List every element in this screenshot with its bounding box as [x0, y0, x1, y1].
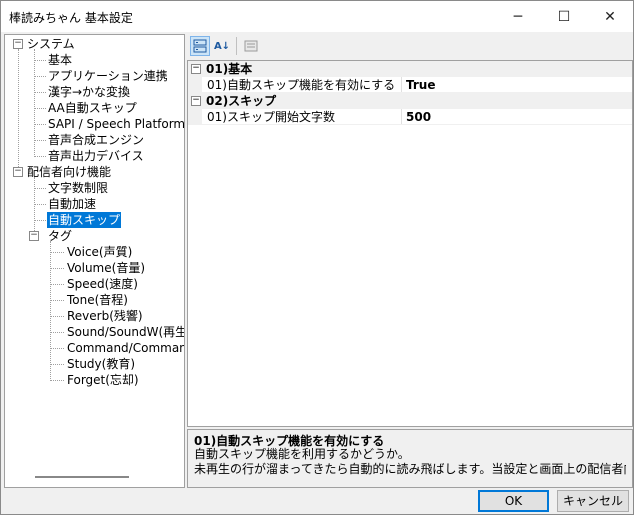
tree-node-tag-voice[interactable]: Voice(声質) [66, 244, 133, 260]
tree-line [34, 76, 46, 77]
tree-node-kanji-kana[interactable]: 漢字→かな変換 [47, 84, 131, 100]
tree-line [18, 49, 19, 173]
tree-expander-system[interactable]: − [13, 39, 23, 49]
help-description: 自動スキップ機能を利用するかどうか。 未再生の行が溜まってきたら自動的に読み飛ば… [194, 447, 626, 476]
row-margin [188, 109, 202, 125]
tree-node-system[interactable]: システム [26, 36, 76, 52]
column-divider [401, 77, 402, 93]
title-bar: 棒読みちゃん 基本設定 ─ ☐ ✕ [1, 1, 633, 32]
tree-node-tag[interactable]: タグ [47, 228, 73, 244]
row-line [202, 124, 632, 125]
category-basic[interactable]: − 01)基本 [188, 61, 632, 77]
tree-expander-broadcaster[interactable]: − [13, 167, 23, 177]
tree-line [34, 156, 46, 157]
tree-node-tag-tone[interactable]: Tone(音程) [66, 292, 129, 308]
help-pane: 01)自動スキップ機能を有効にする 自動スキップ機能を利用するかどうか。 未再生… [187, 429, 633, 488]
window-title: 棒読みちゃん 基本設定 [9, 11, 133, 25]
tree-node-auto-skip[interactable]: 自動スキップ [47, 212, 122, 228]
tree-node-tag-command[interactable]: Command/CommandW( [66, 340, 184, 356]
tree-line [50, 364, 64, 365]
minimize-icon: ─ [513, 8, 523, 25]
property-value[interactable]: True [406, 77, 435, 93]
categorized-button[interactable] [190, 36, 210, 56]
tree-line [34, 124, 46, 125]
category-collapse-icon[interactable]: − [191, 96, 201, 106]
tree-line [34, 60, 46, 61]
tree-node-tag-sound[interactable]: Sound/SoundW(再生) [66, 324, 184, 340]
tree-node-tag-volume[interactable]: Volume(音量) [66, 260, 146, 276]
property-row-enable-auto-skip[interactable]: 01)自動スキップ機能を有効にする True [188, 77, 632, 93]
horizontal-scrollbar[interactable] [35, 476, 129, 478]
tree-line [50, 268, 64, 269]
tree-node-voice-engine[interactable]: 音声合成エンジン [47, 132, 145, 148]
settings-tree[interactable]: − − − システム 基本 アプリケーション連携 漢字→かな変換 AA自動スキッ… [4, 34, 185, 488]
category-skip[interactable]: − 02)スキップ [188, 93, 632, 109]
tree-line [50, 348, 64, 349]
category-label: 02)スキップ [206, 94, 277, 108]
column-divider [401, 109, 402, 125]
minimize-button[interactable]: ─ [495, 1, 541, 32]
tree-node-tag-speed[interactable]: Speed(速度) [66, 276, 139, 292]
tree-node-aa-skip[interactable]: AA自動スキップ [47, 100, 138, 116]
tree-line [50, 332, 64, 333]
tree-line [50, 300, 64, 301]
maximize-icon: ☐ [557, 8, 571, 25]
tree-line [34, 108, 46, 109]
tree-node-app-integration[interactable]: アプリケーション連携 [47, 68, 169, 84]
tree-line [34, 188, 46, 189]
tree-line [50, 252, 64, 253]
tree-line [50, 316, 64, 317]
tree-node-audio-device[interactable]: 音声出力デバイス [47, 148, 145, 164]
tree-node-sapi[interactable]: SAPI / Speech Platform [47, 116, 184, 132]
tree-line [34, 92, 46, 93]
category-collapse-icon[interactable]: − [191, 64, 201, 74]
tree-line [50, 284, 64, 285]
toolbar-separator [236, 37, 237, 55]
tree-line [34, 204, 46, 205]
property-pages-icon [244, 40, 258, 52]
tree-line [50, 241, 51, 381]
tree-node-char-limit[interactable]: 文字数制限 [47, 180, 109, 196]
category-label: 01)基本 [206, 62, 253, 76]
property-value[interactable]: 500 [406, 109, 431, 125]
tree-node-broadcaster[interactable]: 配信者向け機能 [26, 164, 112, 180]
categorized-icon [193, 39, 207, 53]
tree-expander-tag[interactable]: − [29, 231, 39, 241]
tree-line [34, 220, 46, 221]
property-grid[interactable]: − 01)基本 01)自動スキップ機能を有効にする True − 02)スキップ… [187, 60, 633, 427]
close-icon: ✕ [604, 8, 616, 25]
tree-node-basic[interactable]: 基本 [47, 52, 73, 68]
row-margin [188, 77, 202, 93]
ok-button[interactable]: OK [478, 490, 549, 512]
tree-node-tag-study[interactable]: Study(教育) [66, 356, 136, 372]
property-pages-button[interactable] [241, 36, 261, 56]
settings-window: 棒読みちゃん 基本設定 ─ ☐ ✕ − − − システム 基本 アプリケーション… [0, 0, 634, 515]
tree-node-tag-forget[interactable]: Forget(忘却) [66, 372, 140, 388]
tree-node-auto-accel[interactable]: 自動加速 [47, 196, 97, 212]
cancel-button[interactable]: キャンセル [557, 490, 629, 512]
property-name: 01)自動スキップ機能を有効にする [207, 78, 396, 92]
maximize-button[interactable]: ☐ [541, 1, 587, 32]
property-name: 01)スキップ開始文字数 [207, 110, 335, 124]
alphabetical-button[interactable]: A↓ [212, 36, 232, 56]
tree-line [50, 380, 64, 381]
tree-node-tag-reverb[interactable]: Reverb(残響) [66, 308, 144, 324]
property-row-skip-start-chars[interactable]: 01)スキップ開始文字数 500 [188, 109, 632, 125]
tree-line [34, 140, 46, 141]
property-toolbar: A↓ [187, 34, 631, 58]
close-button[interactable]: ✕ [587, 1, 633, 32]
tree-line [34, 177, 35, 237]
